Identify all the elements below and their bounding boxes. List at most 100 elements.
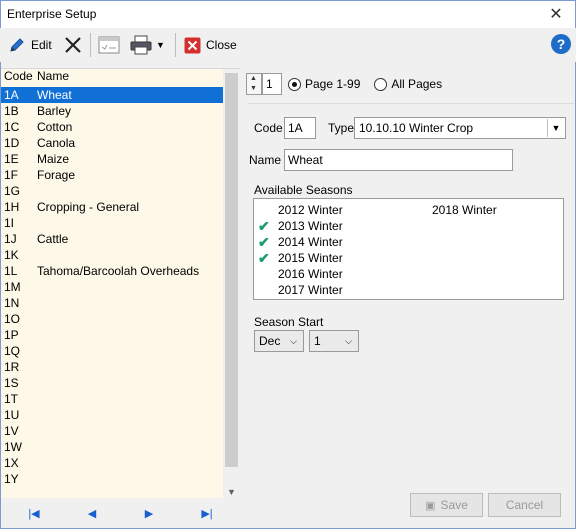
- help-icon[interactable]: ?: [551, 34, 571, 54]
- list-scrollbar[interactable]: ▼: [223, 69, 240, 499]
- page-selector: ▲ ▼ 1 Page 1-99 All Pages: [246, 72, 442, 96]
- seasons-list[interactable]: 2012 Winter ✔ 2013 Winter ✔ 2014 Winter ✔ 2015…: [253, 198, 564, 300]
- toolbar: Edit ▼ Close ?: [0, 28, 576, 62]
- edit-button[interactable]: Edit: [8, 32, 52, 58]
- scroll-down-icon[interactable]: ▼: [223, 487, 240, 497]
- type-label: Type: [328, 121, 355, 135]
- form-view-button[interactable]: [98, 32, 120, 58]
- list-item[interactable]: 1W: [1, 439, 223, 455]
- checkmark-icon: ✔: [258, 249, 270, 266]
- radio-selected-icon: [288, 77, 301, 91]
- list-item-code: 1K: [4, 248, 19, 262]
- printer-icon: [130, 35, 152, 55]
- season-item[interactable]: 2017 Winter: [258, 282, 343, 298]
- list-item[interactable]: 1U: [1, 407, 223, 423]
- previous-record-icon[interactable]: ◀: [83, 505, 101, 523]
- detail-pane: ▲ ▼ 1 Page 1-99 All Pages Code 1A Type 1…: [240, 62, 576, 529]
- season-label: 2018 Winter: [432, 203, 497, 217]
- toolbar-divider: [175, 33, 176, 57]
- season-label: 2017 Winter: [278, 283, 343, 297]
- list-item[interactable]: 1Y: [1, 471, 223, 487]
- chevron-down-icon: ⌵: [345, 336, 352, 346]
- list-item[interactable]: 1I: [1, 215, 223, 231]
- column-header-name[interactable]: Name: [35, 69, 69, 85]
- list-item[interactable]: 1A Wheat: [1, 87, 223, 103]
- list-item-code: 1Y: [4, 472, 19, 486]
- list-item[interactable]: 1L Tahoma/Barcoolah Overheads: [1, 263, 223, 279]
- season-label: 2013 Winter: [278, 219, 343, 233]
- list-item[interactable]: 1X: [1, 455, 223, 471]
- season-item[interactable]: ✔ 2015 Winter: [258, 250, 343, 266]
- list-item[interactable]: 1Q: [1, 343, 223, 359]
- list-item-name: Wheat: [37, 88, 72, 102]
- list-item-code: 1S: [4, 376, 19, 390]
- list-item[interactable]: 1T: [1, 391, 223, 407]
- save-icon: ▣: [425, 499, 436, 512]
- type-dropdown[interactable]: 10.10.10 Winter Crop ▼: [354, 117, 566, 139]
- list-item-name: Cotton: [37, 120, 73, 134]
- list-item-code: 1N: [4, 296, 20, 310]
- list-item[interactable]: 1D Canola: [1, 135, 223, 151]
- list-item[interactable]: 1G: [1, 183, 223, 199]
- first-record-icon[interactable]: |◀: [25, 505, 43, 523]
- list-item-code: 1B: [4, 104, 19, 118]
- season-item[interactable]: 2012 Winter: [258, 202, 343, 218]
- scrollbar-thumb[interactable]: [225, 73, 238, 467]
- list-item[interactable]: 1M: [1, 279, 223, 295]
- column-header-code[interactable]: Code: [1, 69, 35, 85]
- list-item-name: Tahoma/Barcoolah Overheads: [37, 264, 200, 278]
- list-item[interactable]: 1H Cropping - General: [1, 199, 223, 215]
- list-item[interactable]: 1B Barley: [1, 103, 223, 119]
- window-close-icon[interactable]: ✕: [547, 4, 565, 24]
- next-record-icon[interactable]: ▶: [140, 505, 158, 523]
- last-record-icon[interactable]: ▶|: [198, 505, 216, 523]
- list-item-code: 1I: [4, 216, 15, 230]
- delete-button[interactable]: [63, 32, 83, 58]
- save-button[interactable]: ▣ Save: [410, 493, 483, 517]
- code-field[interactable]: 1A: [284, 117, 316, 139]
- list-item-code: 1L: [4, 264, 18, 278]
- spin-down-icon[interactable]: ▼: [250, 85, 257, 92]
- list-item[interactable]: 1C Cotton: [1, 119, 223, 135]
- spin-up-icon[interactable]: ▲: [250, 75, 257, 82]
- month-dropdown[interactable]: Dec ⌵: [254, 330, 304, 352]
- enterprise-form: Code 1A Type 10.10.10 Winter Crop ▼ Name…: [248, 103, 574, 527]
- list-item[interactable]: 1J Cattle: [1, 231, 223, 247]
- list-item-code: 1U: [4, 408, 20, 422]
- checkmark-icon: ✔: [258, 217, 270, 234]
- list-item[interactable]: 1F Forage: [1, 167, 223, 183]
- list-item-name: Barley: [37, 104, 72, 118]
- list-item-code: 1P: [4, 328, 19, 342]
- list-item[interactable]: 1P: [1, 327, 223, 343]
- all-pages-radio[interactable]: All Pages: [374, 77, 442, 91]
- code-label: Code: [254, 121, 283, 135]
- chevron-down-icon[interactable]: ▼: [547, 119, 564, 137]
- list-item-code: 1R: [4, 360, 20, 374]
- checkmark-icon: ✔: [258, 233, 270, 250]
- list-item[interactable]: 1E Maize: [1, 151, 223, 167]
- list-item[interactable]: 1R: [1, 359, 223, 375]
- name-field[interactable]: Wheat: [284, 149, 513, 171]
- close-button[interactable]: Close: [184, 32, 237, 58]
- season-item[interactable]: 2016 Winter: [258, 266, 343, 282]
- list-item[interactable]: 1K: [1, 247, 223, 263]
- season-item[interactable]: ✔ 2013 Winter: [258, 218, 343, 234]
- season-label: 2016 Winter: [278, 267, 343, 281]
- page-range-radio[interactable]: Page 1-99: [288, 77, 360, 91]
- day-dropdown[interactable]: 1 ⌵: [309, 330, 359, 352]
- x-icon: [65, 37, 81, 53]
- list-item[interactable]: 1V: [1, 423, 223, 439]
- list-item-code: 1V: [4, 424, 19, 438]
- list-item-code: 1D: [4, 136, 20, 150]
- print-button[interactable]: ▼: [129, 32, 165, 58]
- list-rows: 1A Wheat 1B Barley 1C Cotton 1D Canola 1E Maize 1F…: [1, 87, 223, 487]
- season-item[interactable]: ✔ 2014 Winter: [258, 234, 343, 250]
- list-item[interactable]: 1O: [1, 311, 223, 327]
- list-item[interactable]: 1S: [1, 375, 223, 391]
- page-number-field[interactable]: 1: [262, 73, 282, 95]
- cancel-button[interactable]: Cancel: [488, 493, 561, 517]
- chevron-down-icon[interactable]: ▼: [156, 40, 165, 50]
- page-spinner[interactable]: ▲ ▼: [246, 73, 262, 95]
- list-item[interactable]: 1N: [1, 295, 223, 311]
- season-item[interactable]: 2018 Winter: [412, 202, 497, 218]
